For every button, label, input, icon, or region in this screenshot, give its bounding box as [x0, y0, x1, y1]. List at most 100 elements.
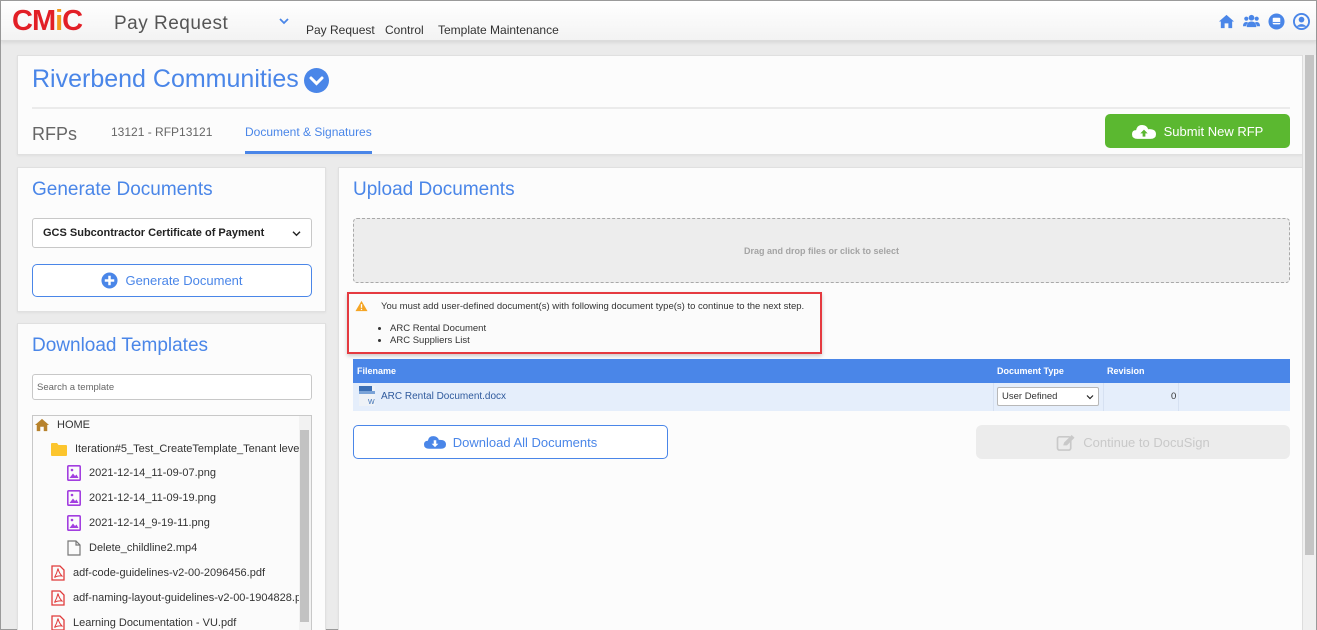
warning-message: You must add user-defined document(s) wi…	[381, 301, 805, 312]
pdf-file-icon	[51, 615, 65, 630]
logo-text-end: C	[62, 5, 83, 37]
generate-document-label: Generate Document	[125, 273, 243, 288]
cloud-upload-icon	[1131, 124, 1156, 139]
file-icon	[67, 540, 81, 556]
nav-template-maintenance[interactable]: Template Maintenance	[438, 23, 559, 37]
nav-control[interactable]: Control	[385, 23, 424, 37]
continue-label: Continue to DocuSign	[1083, 434, 1210, 450]
continue-to-docusign-button[interactable]: Continue to DocuSign	[976, 425, 1290, 459]
tree-item-label: Iteration#5_Test_CreateTemplate_Tenant l…	[75, 443, 302, 455]
template-tree: HOME Iteration#5_Test_CreateTemplate_Ten…	[32, 415, 312, 630]
column-header-revision[interactable]: Revision	[1107, 366, 1145, 376]
required-type-item: ARC Suppliers List	[390, 335, 486, 347]
edit-icon	[1056, 434, 1075, 451]
tree-item-folder[interactable]: Iteration#5_Test_CreateTemplate_Tenant l…	[51, 437, 302, 461]
inbox-icon[interactable]	[1268, 13, 1285, 30]
generate-document-button[interactable]: Generate Document	[32, 264, 312, 297]
tree-item-label: HOME	[57, 419, 90, 431]
pdf-file-icon	[51, 565, 65, 581]
pdf-file-icon	[51, 590, 65, 606]
section-label[interactable]: RFPs	[32, 124, 77, 145]
generate-documents-panel: Generate Documents GCS Subcontractor Cer…	[17, 167, 326, 312]
column-separator	[993, 383, 994, 411]
page-scrollbar-thumb[interactable]	[1305, 55, 1314, 555]
required-type-item: ARC Rental Document	[390, 323, 486, 335]
app-title: Pay Request	[114, 13, 229, 34]
cloud-download-icon	[423, 436, 446, 449]
plus-circle-icon	[101, 272, 118, 289]
company-title: Riverbend Communities	[32, 65, 299, 93]
chevron-down-icon	[292, 230, 301, 236]
file-dropzone[interactable]: Drag and drop files or click to select	[353, 218, 1290, 283]
image-file-icon	[67, 490, 81, 506]
column-header-filename[interactable]: Filename	[357, 366, 396, 376]
submit-new-rfp-button[interactable]: Submit New RFP	[1105, 114, 1290, 148]
nav-pay-request[interactable]: Pay Request	[306, 23, 375, 37]
app-switcher-chevron-icon[interactable]	[278, 16, 290, 26]
tree-item-label: 2021-12-14_9-19-11.png	[89, 517, 210, 529]
logo-text: CM	[12, 5, 56, 37]
breadcrumb-rfp[interactable]: 13121 - RFP13121	[111, 125, 212, 139]
tree-scrollbar-thumb[interactable]	[300, 430, 309, 622]
generate-documents-title: Generate Documents	[32, 179, 213, 200]
template-search-input[interactable]: Search a template	[32, 374, 312, 400]
divider	[32, 107, 1290, 109]
tree-item-file[interactable]: 2021-12-14_9-19-11.png	[67, 511, 210, 535]
documents-table: Filename Document Type Revision W ARC Re…	[353, 359, 1290, 411]
chevron-down-icon	[1086, 394, 1094, 399]
image-file-icon	[67, 515, 81, 531]
required-documents-warning: You must add user-defined document(s) wi…	[347, 292, 822, 354]
tree-item-file[interactable]: adf-naming-layout-guidelines-v2-00-19048…	[51, 586, 301, 610]
document-type-value: User Defined	[1002, 391, 1058, 402]
image-file-icon	[67, 465, 81, 481]
table-row[interactable]: W ARC Rental Document.docx User Defined …	[353, 383, 1290, 411]
download-all-label: Download All Documents	[452, 434, 598, 450]
document-type-select[interactable]: User Defined	[997, 387, 1099, 406]
top-bar: CMiC Pay Request Pay Request Control Tem…	[1, 1, 1316, 41]
filename-cell[interactable]: W ARC Rental Document.docx	[359, 386, 506, 406]
tree-item-file[interactable]: Delete_childline2.mp4	[67, 536, 197, 560]
tree-item-label: 2021-12-14_11-09-07.png	[89, 467, 217, 479]
tree-item-file[interactable]: adf-code-guidelines-v2-00-2096456.pdf	[51, 561, 265, 585]
tree-item-label: adf-code-guidelines-v2-00-2096456.pdf	[73, 567, 266, 579]
home-icon	[35, 418, 49, 432]
filename-link[interactable]: ARC Rental Document.docx	[381, 391, 506, 402]
submit-label: Submit New RFP	[1163, 123, 1264, 139]
folder-icon	[51, 443, 67, 456]
upload-documents-title: Upload Documents	[353, 179, 515, 200]
tree-item-file[interactable]: Learning Documentation - VU.pdf	[51, 611, 236, 630]
template-select[interactable]: GCS Subcontractor Certificate of Payment	[32, 218, 312, 248]
word-document-icon: W	[359, 386, 375, 406]
page-scrollbar[interactable]	[1302, 55, 1316, 630]
tree-item-label: 2021-12-14_11-09-19.png	[89, 492, 217, 504]
tree-item-label: Learning Documentation - VU.pdf	[73, 617, 237, 629]
tree-item-home[interactable]: HOME	[35, 416, 90, 437]
user-profile-icon[interactable]	[1293, 13, 1310, 30]
home-icon[interactable]	[1218, 13, 1235, 30]
table-header: Filename Document Type Revision	[353, 359, 1290, 383]
tree-scrollbar[interactable]	[299, 416, 311, 630]
revision-cell: 0	[1171, 391, 1177, 402]
required-types-list: ARC Rental Document ARC Suppliers List	[382, 323, 486, 347]
column-header-document-type[interactable]: Document Type	[997, 366, 1064, 376]
upload-documents-panel: Upload Documents Drag and drop files or …	[338, 167, 1303, 630]
column-separator	[1178, 383, 1179, 411]
download-templates-title: Download Templates	[32, 335, 209, 356]
tree-item-file[interactable]: 2021-12-14_11-09-07.png	[67, 461, 216, 485]
download-all-documents-button[interactable]: Download All Documents	[353, 425, 668, 459]
active-tab-indicator	[245, 151, 372, 154]
template-select-value: GCS Subcontractor Certificate of Payment	[43, 227, 265, 239]
tree-item-label: Delete_childline2.mp4	[89, 542, 198, 554]
column-separator	[1103, 383, 1104, 411]
chevron-down-icon	[309, 76, 324, 86]
users-icon[interactable]	[1243, 13, 1260, 30]
company-dropdown-button[interactable]	[304, 68, 329, 93]
svg-text:W: W	[368, 399, 375, 406]
tree-item-file[interactable]: 2021-12-14_11-09-19.png	[67, 486, 216, 510]
tab-document-signatures[interactable]: Document & Signatures	[245, 125, 372, 139]
download-templates-panel: Download Templates Search a template HOM…	[17, 323, 326, 630]
cmic-logo[interactable]: CMiC	[12, 5, 83, 38]
warning-icon	[355, 300, 368, 312]
tree-item-label: adf-naming-layout-guidelines-v2-00-19048…	[73, 592, 302, 604]
project-header: Riverbend Communities RFPs 13121 - RFP13…	[17, 55, 1303, 155]
